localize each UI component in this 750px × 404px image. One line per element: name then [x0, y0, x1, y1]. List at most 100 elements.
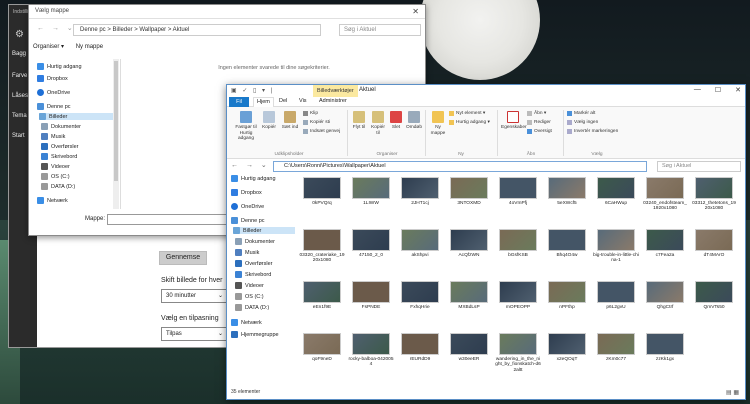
nav-item-pictures[interactable]: Billeder: [233, 227, 295, 234]
rename-button[interactable]: Omdøb: [405, 111, 423, 131]
settings-side-item[interactable]: Farve: [12, 73, 27, 79]
pin-button[interactable]: Fastgør til Hurtig adgang: [233, 111, 259, 142]
file-thumbnail[interactable]: rocky-balboa-0420054: [348, 333, 394, 379]
nav-item-downloads[interactable]: Overførsler: [41, 143, 79, 150]
nav-item-quick-access[interactable]: Hurtig adgang: [37, 63, 82, 70]
copy-to-button[interactable]: Kopiér til: [369, 111, 387, 136]
browse-button[interactable]: Gennemse: [159, 251, 207, 265]
nav-item-music[interactable]: Musik: [235, 249, 259, 256]
file-thumbnail[interactable]: zKm0c77: [593, 333, 639, 379]
file-thumbnail[interactable]: bGsfKSB: [495, 229, 541, 275]
nav-item-onedrive[interactable]: OneDrive: [37, 89, 70, 96]
file-thumbnail[interactable]: big-trouble-in-little-china-1: [593, 229, 639, 275]
settings-side-item[interactable]: Start: [12, 133, 25, 139]
nav-item-dropbox[interactable]: Dropbox: [37, 75, 68, 82]
settings-side-item[interactable]: Tema: [12, 113, 27, 119]
view-mode-icons[interactable]: ▤ ▦: [726, 389, 739, 396]
nav-item-this-pc[interactable]: Denne pc: [231, 217, 265, 224]
nav-item-homegroup[interactable]: Hjemmegruppe: [231, 331, 279, 338]
file-thumbnail[interactable]: w30eeER: [446, 333, 492, 379]
nav-item-videos[interactable]: Videoer: [41, 163, 70, 170]
file-thumbnail[interactable]: 03320_crateriake_1920x1080: [299, 229, 345, 275]
explorer-search-input[interactable]: Søg i Aktuel: [657, 161, 741, 172]
new-folder-button[interactable]: Ny mappe: [429, 111, 447, 136]
nav-item-network[interactable]: Netværk: [37, 197, 68, 204]
file-thumbnail[interactable]: 0kPVQrq: [299, 177, 345, 223]
easy-access-button[interactable]: Hurtig adgang ▾: [449, 120, 490, 125]
file-thumbnail[interactable]: 2JHT1cj: [397, 177, 443, 223]
nav-item-onedrive[interactable]: OneDrive: [231, 203, 264, 210]
file-thumbnail[interactable]: rEURdD9: [397, 333, 443, 379]
file-thumbnail[interactable]: MXBdLsP: [446, 281, 492, 327]
address-path[interactable]: C:\Users\Ronni\Pictures\Wallpaper\Aktuel: [273, 161, 647, 172]
nav-item-drive-c[interactable]: OS (C:): [41, 173, 70, 180]
file-thumbnail[interactable]: QmVTs50: [691, 281, 737, 327]
nav-item-videos[interactable]: Videoer: [235, 282, 264, 289]
tab-file[interactable]: Fil: [229, 97, 249, 107]
close-icon[interactable]: ✕: [412, 7, 419, 16]
nav-item-drive-c[interactable]: OS (C:): [235, 293, 264, 300]
nav-item-quick-access[interactable]: Hurtig adgang: [231, 175, 276, 182]
new-folder-button[interactable]: Ny mappe: [76, 44, 103, 50]
file-thumbnail[interactable]: qoF9neD: [299, 333, 345, 379]
file-thumbnail[interactable]: QhgCtrf: [642, 281, 688, 327]
file-thumbnail[interactable]: eEn1f9E: [299, 281, 345, 327]
file-thumbnail[interactable]: wandering_in_the_night_by_fionskatch-d62…: [495, 333, 541, 379]
nav-item-pictures[interactable]: Billeder: [39, 113, 115, 120]
nav-item-desktop[interactable]: Skrivebord: [41, 153, 77, 160]
scrollbar-thumb[interactable]: [114, 61, 118, 181]
nav-item-drive-d[interactable]: DATA (D:): [41, 183, 75, 190]
properties-button[interactable]: Egenskaber: [501, 111, 527, 131]
file-thumbnail[interactable]: 3NTOXMD: [446, 177, 492, 223]
new-item-button[interactable]: Nyt element ▾: [449, 111, 485, 116]
file-thumbnail[interactable]: 4oVmPfj: [495, 177, 541, 223]
paste-button[interactable]: Sæt ind: [281, 111, 299, 131]
file-thumbnail[interactable]: Bhq4O4w: [544, 229, 590, 275]
tab-manage[interactable]: Administrer: [319, 98, 347, 104]
tab-view[interactable]: Vis: [299, 98, 307, 104]
file-thumbnail[interactable]: 03240_endofsteam_1920x1080: [642, 177, 688, 223]
paste-shortcut-button[interactable]: Indsæt genvej: [303, 129, 340, 134]
select-all-button[interactable]: Markér alt: [567, 111, 595, 116]
file-thumbnail[interactable]: dT4MArO: [691, 229, 737, 275]
fit-select[interactable]: Tilpas ⌄: [161, 327, 227, 341]
file-thumbnail[interactable]: 47150_2_0: [348, 229, 394, 275]
file-thumbnail[interactable]: zzKk1gx: [642, 333, 688, 379]
file-thumbnail[interactable]: akShpvi: [397, 229, 443, 275]
nav-item-downloads[interactable]: Overførsler: [235, 260, 273, 267]
minimize-icon[interactable]: —: [694, 86, 701, 94]
history-button[interactable]: Oversigt: [527, 129, 552, 134]
file-thumbnail[interactable]: p6L2gvU: [593, 281, 639, 327]
tab-share[interactable]: Del: [279, 98, 287, 104]
file-thumbnail[interactable]: nPFthp: [544, 281, 590, 327]
cut-button[interactable]: Klip: [303, 111, 318, 116]
nav-item-this-pc[interactable]: Denne pc: [37, 103, 71, 110]
nav-item-desktop[interactable]: Skrivebord: [235, 271, 271, 278]
nav-item-drive-d[interactable]: DATA (D:): [235, 304, 269, 311]
delete-button[interactable]: Slet: [389, 111, 403, 131]
gear-icon[interactable]: ⚙: [15, 29, 24, 40]
invert-selection-button[interactable]: Invertér markeringen: [567, 129, 618, 134]
quick-access-toolbar[interactable]: ▣ ✓ ▯ ▾ |: [231, 87, 274, 94]
nav-item-music[interactable]: Musik: [41, 133, 65, 140]
file-thumbnail[interactable]: 5eXWcf5: [544, 177, 590, 223]
dialog-breadcrumb[interactable]: Denne pc > Billeder > Wallpaper > Aktuel: [73, 24, 321, 36]
organize-button[interactable]: Organiser ▾: [33, 44, 64, 50]
nav-item-documents[interactable]: Dokumenter: [41, 123, 81, 130]
nav-scrollbar[interactable]: [113, 59, 119, 209]
file-thumbnail[interactable]: 6CaHWup: [593, 177, 639, 223]
select-none-button[interactable]: Vælg ingen: [567, 120, 598, 125]
nav-item-documents[interactable]: Dokumenter: [235, 238, 275, 245]
edit-button[interactable]: Rediger: [527, 120, 551, 125]
nav-item-dropbox[interactable]: Dropbox: [231, 189, 262, 196]
close-icon[interactable]: ✕: [735, 86, 741, 94]
open-button[interactable]: Åbn ▾: [527, 111, 546, 116]
interval-select[interactable]: 30 minutter ⌄: [161, 289, 227, 303]
file-thumbnail[interactable]: 1LIWW: [348, 177, 394, 223]
move-to-button[interactable]: Flyt til: [351, 111, 367, 131]
file-thumbnail[interactable]: AcQfzWN: [446, 229, 492, 275]
file-thumbnail[interactable]: c7Fea2a: [642, 229, 688, 275]
maximize-icon[interactable]: ☐: [715, 86, 721, 94]
file-thumbnail[interactable]: x2eQOqT: [544, 333, 590, 379]
file-thumbnail[interactable]: FsPNDE: [348, 281, 394, 327]
